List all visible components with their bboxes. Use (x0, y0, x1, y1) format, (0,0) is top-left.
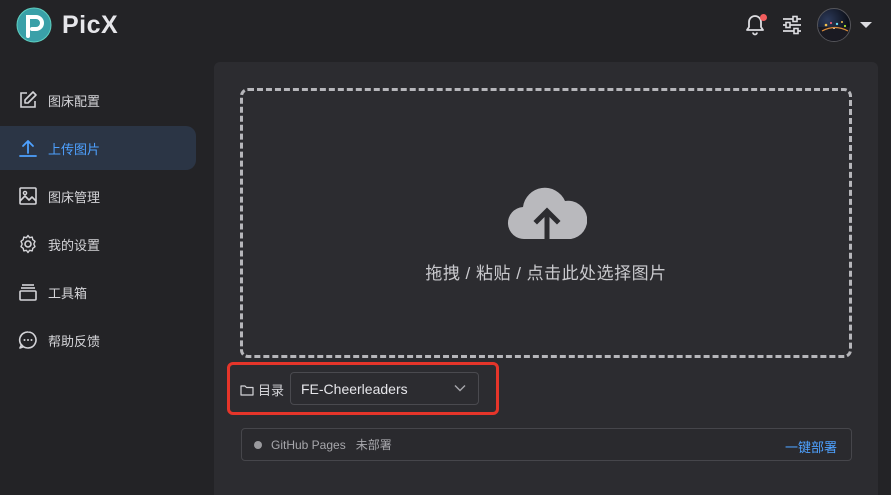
app-logo[interactable]: PicX (16, 7, 118, 43)
sidebar-nav: 图床配置 上传图片 图床管理 我的设置 工具箱 帮助反馈 (0, 78, 196, 366)
sidebar-item-toolbox[interactable]: 工具箱 (0, 270, 196, 314)
sliders-icon[interactable] (781, 14, 803, 36)
deploy-platform: GitHub Pages (271, 437, 346, 452)
sidebar-item-label: 帮助反馈 (48, 333, 101, 349)
caret-down-icon[interactable] (859, 20, 873, 30)
sidebar-item-label: 图床配置 (48, 93, 101, 109)
sidebar-item-help-feedback[interactable]: 帮助反馈 (0, 318, 196, 362)
sidebar-item-label: 我的设置 (48, 237, 101, 253)
sidebar-item-upload-image[interactable]: 上传图片 (0, 126, 196, 170)
one-click-deploy-button[interactable]: 一键部署 (785, 437, 837, 456)
directory-highlight: 目录 FE-Cheerleaders (227, 362, 499, 415)
avatar-image (818, 21, 850, 41)
sidebar-item-label: 上传图片 (48, 141, 101, 157)
deploy-status-bar: GitHub Pages 未部署 一键部署 (241, 428, 852, 461)
dropzone-hint: 拖拽 / 粘贴 / 点击此处选择图片 (425, 264, 667, 283)
image-icon (19, 187, 37, 205)
directory-label: 目录 (240, 380, 284, 399)
folder-icon (240, 384, 254, 396)
directory-select-value: FE-Cheerleaders (301, 380, 408, 397)
picx-logo-icon (16, 7, 52, 43)
deploy-status-dot (254, 440, 262, 449)
upload-icon (19, 140, 37, 157)
avatar[interactable] (817, 8, 851, 42)
edit-icon (20, 91, 37, 108)
sidebar-item-image-management[interactable]: 图床管理 (0, 174, 196, 218)
sidebar-item-my-settings[interactable]: 我的设置 (0, 222, 196, 266)
sidebar-item-label: 工具箱 (48, 285, 88, 301)
toolbox-icon (19, 284, 37, 301)
directory-label-text: 目录 (258, 383, 285, 398)
directory-select[interactable]: FE-Cheerleaders (290, 372, 479, 405)
deploy-status: 未部署 (355, 438, 392, 452)
chat-icon (18, 331, 37, 349)
upload-dropzone[interactable]: 拖拽 / 粘贴 / 点击此处选择图片 (240, 88, 852, 358)
app-header: PicX (0, 0, 891, 52)
gear-icon (20, 234, 36, 254)
notification-dot (760, 14, 767, 21)
sidebar-item-image-hosting-config[interactable]: 图床配置 (0, 78, 196, 122)
app-name: PicX (62, 10, 119, 39)
sidebar-item-label: 图床管理 (48, 189, 101, 205)
notification-button[interactable] (743, 13, 767, 37)
chevron-down-icon (454, 385, 466, 392)
upload-panel: 拖拽 / 粘贴 / 点击此处选择图片 目录 FE-Cheerleaders Gi… (214, 62, 878, 495)
cloud-upload-icon (508, 187, 587, 240)
